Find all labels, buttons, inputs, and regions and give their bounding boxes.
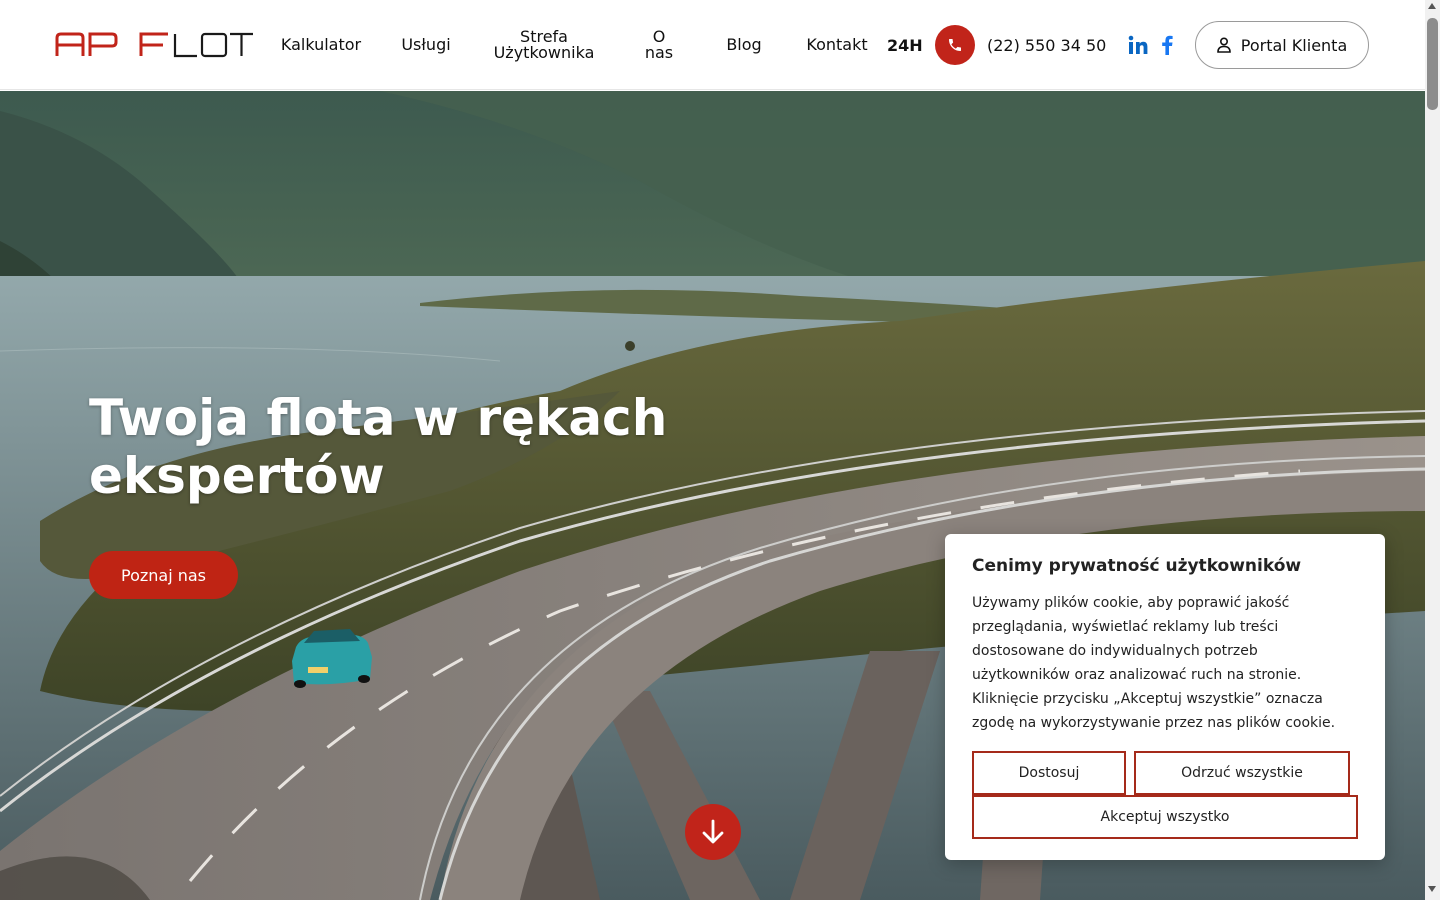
nav-kontakt-label: Kontakt	[806, 35, 868, 54]
cookie-consent-dialog: Cenimy prywatność użytkowników Używamy p…	[945, 534, 1385, 860]
hero-title: Twoja flota w rękach ekspertów	[89, 389, 668, 505]
nav-kalkulator[interactable]: Kalkulator	[272, 0, 370, 90]
scroll-up-arrow-icon[interactable]	[1428, 3, 1436, 9]
user-icon	[1216, 37, 1231, 53]
ap-flota-logo[interactable]	[55, 30, 263, 58]
nav-kalkulator-label: Kalkulator	[280, 35, 362, 54]
linkedin-glyph	[1128, 35, 1148, 54]
nav-o-nas-label-line2: nas	[644, 43, 674, 62]
phone-call-button[interactable]	[935, 25, 975, 65]
scroll-thumb[interactable]	[1427, 18, 1438, 110]
badge-24h: 24H	[887, 35, 923, 55]
nav-o-nas[interactable]: O nas	[636, 0, 682, 90]
cookie-title: Cenimy prywatność użytkowników	[972, 556, 1302, 576]
facebook-icon[interactable]	[1157, 34, 1177, 56]
portal-klienta-label: Portal Klienta	[1240, 35, 1348, 55]
nav-uslugi-label: Usługi	[401, 35, 451, 54]
page-scrollbar[interactable]	[1425, 0, 1440, 900]
facebook-glyph	[1162, 35, 1173, 55]
scroll-down-arrow-icon[interactable]	[1428, 886, 1436, 892]
cookie-accept-all-button[interactable]: Akceptuj wszystko	[972, 795, 1358, 839]
nav-blog[interactable]: Blog	[716, 0, 772, 90]
nav-strefa-uzytkownika[interactable]: Strefa Użytkownika	[484, 0, 604, 90]
portal-klienta-button[interactable]: Portal Klienta	[1195, 21, 1369, 69]
phone-number-link[interactable]: (22) 550 34 50	[987, 0, 1106, 90]
cookie-reject-all-button[interactable]: Odrzuć wszystkie	[1134, 751, 1350, 795]
site-header: Kalkulator Usługi Strefa Użytkownika O n…	[0, 0, 1425, 90]
cookie-description: Używamy plików cookie, aby poprawić jako…	[972, 595, 1336, 731]
phone-icon	[949, 39, 961, 51]
poznaj-nas-button[interactable]: Poznaj nas	[89, 551, 238, 599]
cookie-customize-button[interactable]: Dostosuj	[972, 751, 1126, 795]
ap-flota-logo-mark	[55, 32, 253, 58]
nav-strefa-label-line2: Użytkownika	[493, 43, 595, 62]
nav-uslugi[interactable]: Usługi	[392, 0, 460, 90]
arrow-down-icon	[702, 819, 724, 844]
scroll-down-button[interactable]	[685, 804, 741, 860]
linkedin-icon[interactable]	[1128, 34, 1148, 56]
nav-kontakt[interactable]: Kontakt	[800, 0, 874, 90]
nav-blog-label: Blog	[726, 35, 762, 54]
